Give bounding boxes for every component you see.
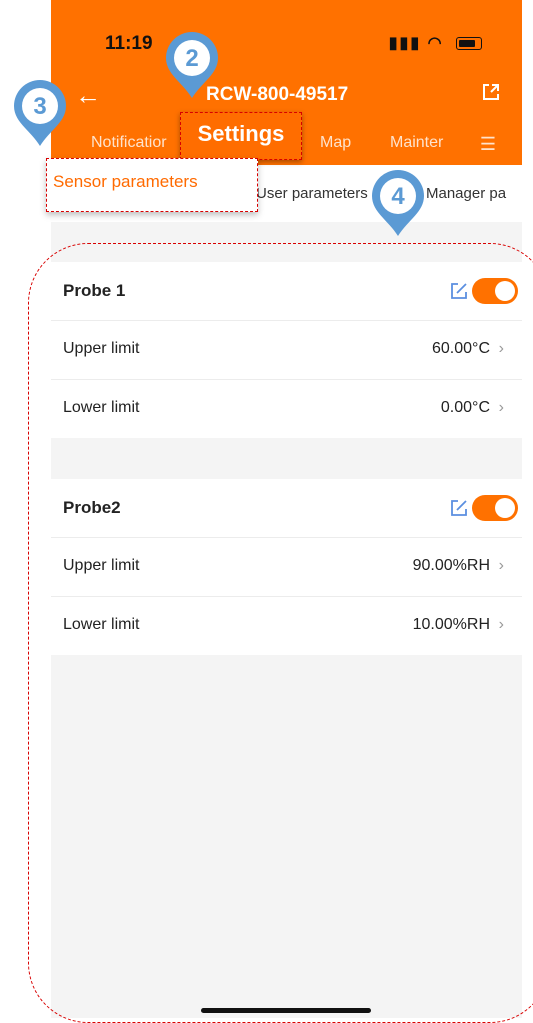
chevron-right-icon: ›: [498, 399, 504, 416]
tab-settings-highlight[interactable]: Settings: [180, 112, 302, 160]
probe-2-lower-limit-row[interactable]: Lower limit 10.00%RH ›: [51, 597, 522, 655]
chevron-right-icon: ›: [498, 616, 504, 633]
tab-map[interactable]: Map: [320, 134, 351, 152]
edit-icon[interactable]: [449, 281, 469, 301]
edit-icon[interactable]: [449, 498, 469, 518]
share-icon[interactable]: [482, 83, 500, 101]
probe-1-upper-limit-row[interactable]: Upper limit 60.00°C ›: [51, 321, 522, 380]
probe-2-name: Probe2: [63, 498, 121, 517]
probe-1-lower-limit-row[interactable]: Lower limit 0.00°C ›: [51, 380, 522, 438]
chevron-right-icon: ›: [498, 340, 504, 357]
probe-2-toggle[interactable]: [472, 495, 518, 521]
step-marker-3: 3: [14, 80, 66, 146]
back-arrow-icon[interactable]: ←: [75, 80, 101, 111]
probe-2-upper-limit-row[interactable]: Upper limit 90.00%RH ›: [51, 538, 522, 597]
probe-2-section: Probe2 Upper limit 90.00%RH › Lower limi…: [51, 479, 522, 655]
tab-notifications[interactable]: Notificatior: [91, 134, 167, 152]
row-value: 10.00%RH: [412, 616, 490, 633]
marker-2-label: 2: [185, 45, 198, 72]
row-label: Lower limit: [63, 399, 140, 416]
signal-icon: ▮▮▮: [388, 35, 422, 52]
marker-3-label: 3: [33, 93, 46, 120]
status-icons: ▮▮▮ ◠: [389, 33, 482, 53]
wifi-icon: ◠: [427, 35, 444, 52]
row-value: 0.00°C: [440, 399, 490, 416]
row-value: 60.00°C: [432, 340, 490, 357]
row-label: Upper limit: [63, 340, 140, 357]
probe-1-toggle[interactable]: [472, 278, 518, 304]
subtab-sensor-parameters-highlight[interactable]: Sensor parameters: [46, 158, 258, 212]
step-marker-4: 4: [372, 170, 424, 236]
step-marker-2: 2: [166, 32, 218, 98]
row-label: Lower limit: [63, 616, 140, 633]
chevron-right-icon: ›: [498, 557, 504, 574]
menu-icon[interactable]: ☰: [480, 134, 496, 155]
row-label: Upper limit: [63, 557, 140, 574]
status-time: 11:19: [105, 33, 153, 54]
device-title: RCW-800-49517: [206, 84, 349, 105]
probe-2-header-row: Probe2: [51, 479, 522, 538]
subtab-manager-parameters[interactable]: Manager pa: [426, 185, 506, 202]
probe-1-section: Probe 1 Upper limit 60.00°C › Lower limi…: [51, 262, 522, 438]
home-indicator: [201, 1008, 371, 1013]
row-value: 90.00%RH: [412, 557, 490, 574]
subtab-user-parameters[interactable]: User parameters: [256, 185, 368, 202]
battery-icon: [456, 37, 482, 51]
tab-maintenance[interactable]: Mainter: [390, 134, 443, 152]
probe-1-name: Probe 1: [63, 281, 126, 300]
probe-1-header-row: Probe 1: [51, 262, 522, 321]
marker-4-label: 4: [391, 183, 405, 210]
